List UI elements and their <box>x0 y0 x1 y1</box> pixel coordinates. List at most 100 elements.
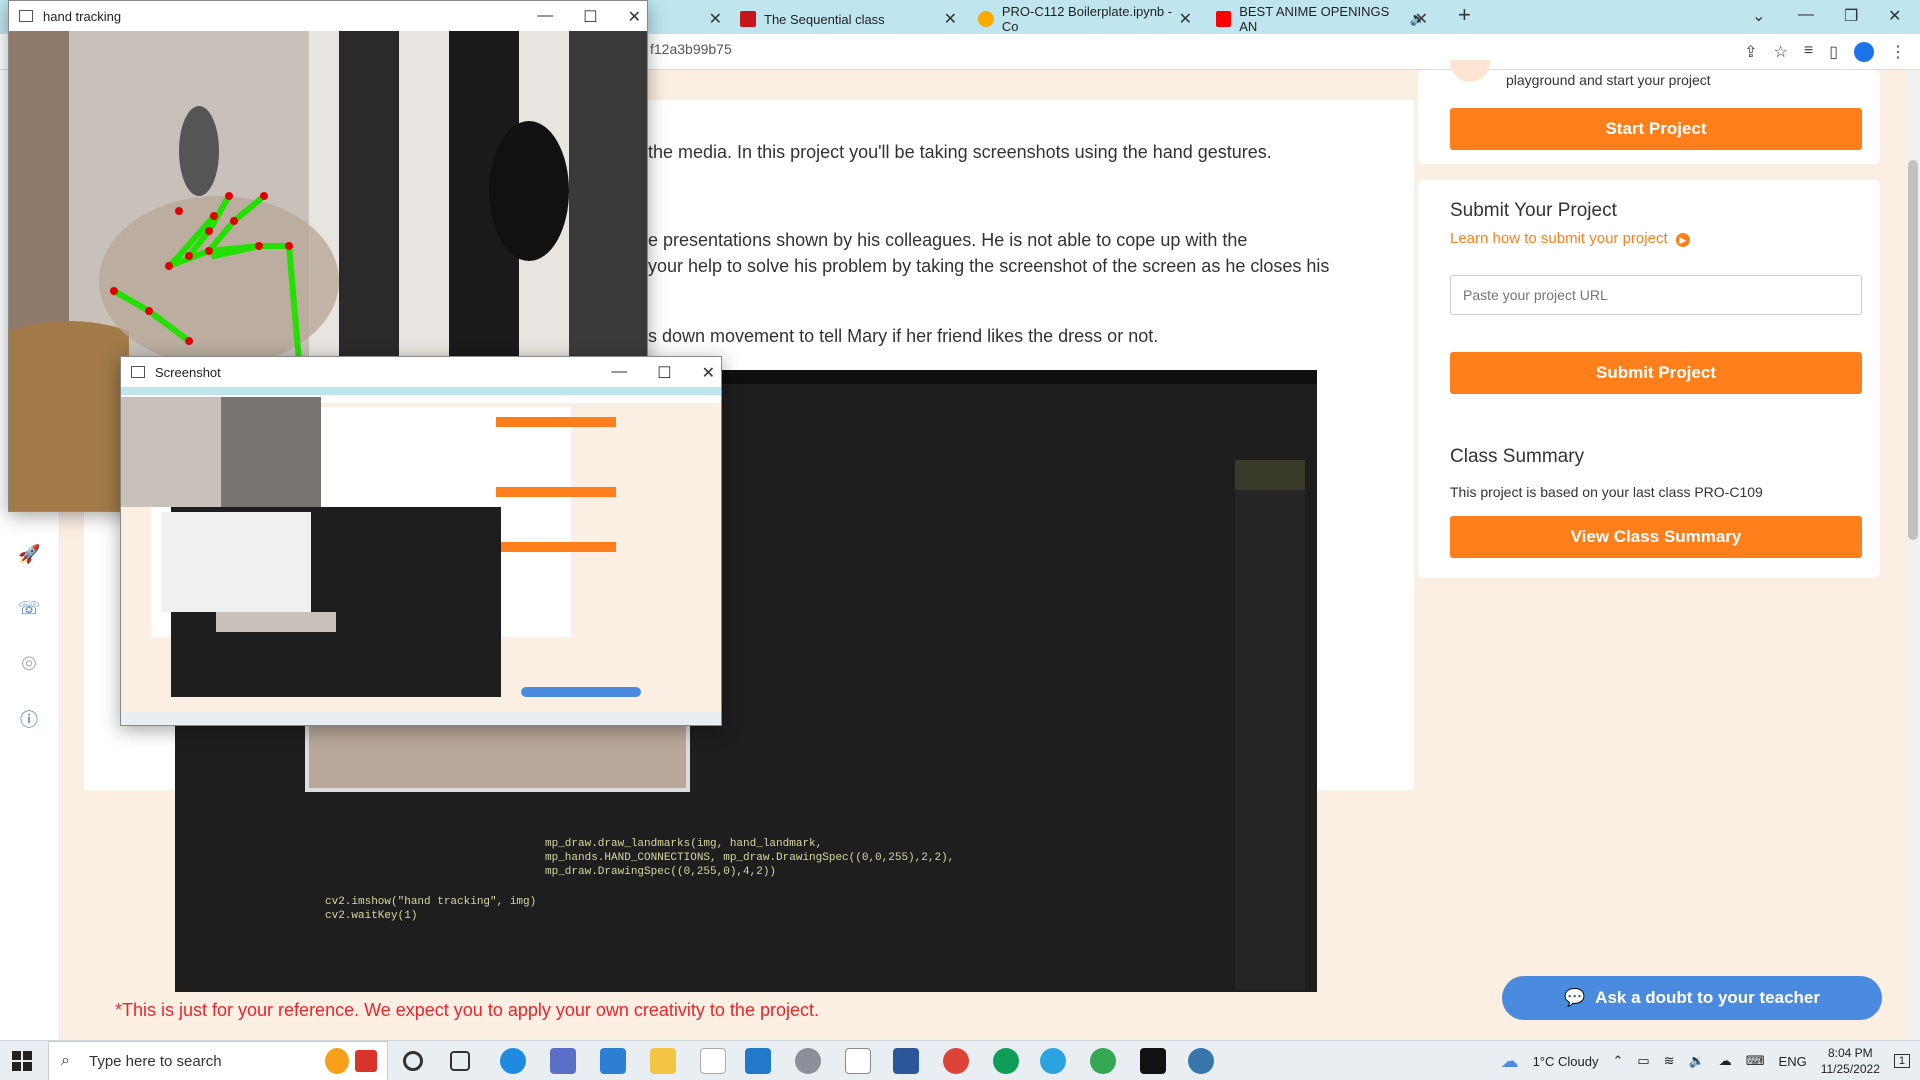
side-panel-icon[interactable]: ▯ <box>1829 42 1838 62</box>
reading-list-icon[interactable]: ≡ <box>1804 42 1813 62</box>
volume-icon[interactable]: 🔉 <box>1689 1053 1705 1069</box>
close-icon[interactable]: ✕ <box>1415 9 1428 29</box>
clock-date: 11/25/2022 <box>1820 1062 1880 1076</box>
terminal-icon[interactable] <box>1140 1048 1166 1074</box>
tab-partial[interactable]: ✕ <box>660 4 730 34</box>
start-project-button[interactable]: Start Project <box>1450 108 1862 150</box>
new-tab-button[interactable]: + <box>1458 2 1471 28</box>
profile-avatar[interactable] <box>1854 42 1874 62</box>
view-class-summary-button[interactable]: View Class Summary <box>1450 516 1862 558</box>
url-text[interactable]: f12a3b99b75 <box>650 41 732 57</box>
window-controls: — ☐ ✕ <box>537 7 641 27</box>
ask-doubt-label: Ask a doubt to your teacher <box>1595 988 1820 1007</box>
address-bar-icons: ⇪ ☆ ≡ ▯ ⋮ <box>1744 42 1906 62</box>
telegram-icon[interactable] <box>1040 1048 1066 1074</box>
windows-start-icon[interactable] <box>12 1051 32 1071</box>
screenshot-window[interactable]: Screenshot — ☐ ✕ <box>120 356 722 726</box>
play-icon: ▶ <box>1675 233 1690 247</box>
paragraph: e presentations shown by his colleagues.… <box>648 230 1248 250</box>
clock[interactable]: 8:04 PM 11/25/2022 <box>1821 1045 1880 1077</box>
screenshot-thumbnail <box>121 387 721 725</box>
chevron-up-icon[interactable]: ⌃ <box>1612 1053 1623 1069</box>
keyboard-icon[interactable]: ⌨ <box>1746 1053 1765 1069</box>
code-line: cv2.waitKey(1) <box>325 910 418 922</box>
edge-icon[interactable] <box>500 1048 526 1074</box>
store-icon[interactable] <box>550 1048 576 1074</box>
onedrive-icon[interactable]: ☁ <box>1719 1053 1732 1069</box>
summary-text: This project is based on your last class… <box>1450 484 1763 500</box>
settings-gear-icon[interactable] <box>795 1048 821 1074</box>
screenshot-preview <box>121 387 721 725</box>
k-logo-icon <box>740 11 756 27</box>
window-title: hand tracking <box>43 8 122 24</box>
task-view-icon[interactable] <box>450 1051 470 1071</box>
page-scrollbar[interactable] <box>1906 70 1920 1040</box>
chrome-profile-icon[interactable] <box>993 1048 1019 1074</box>
minimize-icon[interactable]: — <box>611 363 627 383</box>
paragraph: your help to solve his problem by taking… <box>648 256 1330 276</box>
chrome-alt-icon[interactable] <box>1090 1048 1116 1074</box>
tab-youtube[interactable]: BEST ANIME OPENINGS AN 🔈 ✕ <box>1206 4 1436 34</box>
profile-icon[interactable]: ◎ <box>18 652 40 674</box>
start-project-card: playground and start your project Start … <box>1418 60 1880 164</box>
maximize-icon[interactable]: ☐ <box>583 7 597 27</box>
project-url-input[interactable] <box>1450 275 1862 315</box>
code-line: mp_draw.draw_landmarks(img, hand_landmar… <box>545 838 823 850</box>
gift-icon[interactable] <box>355 1050 377 1072</box>
battery-icon[interactable]: ▭ <box>1637 1053 1649 1069</box>
bookmark-star-icon[interactable]: ☆ <box>1774 42 1788 62</box>
tab-search-chevron-icon[interactable]: ⌄ <box>1752 6 1765 26</box>
notepad-icon[interactable] <box>845 1048 871 1074</box>
taskbar: ⌕ Type here to search ☁ 1°C Cloudy ⌃ ▭ ≋… <box>0 1040 1920 1080</box>
tab-sequential-class[interactable]: The Sequential class ✕ <box>730 4 965 34</box>
cortana-icon[interactable] <box>403 1051 423 1071</box>
taskbar-search[interactable]: ⌕ Type here to search <box>48 1041 388 1080</box>
minimize-icon[interactable]: — <box>537 7 553 27</box>
window-title: Screenshot <box>155 364 221 380</box>
submit-help-link-text[interactable]: Learn how to submit your project <box>1450 230 1668 247</box>
word-icon[interactable] <box>893 1048 919 1074</box>
start-card-text: playground and start your project <box>1506 72 1711 88</box>
code-minimap <box>1235 460 1305 990</box>
window-controls: — ☐ ✕ <box>611 363 715 383</box>
weather-text[interactable]: 1°C Cloudy <box>1533 1054 1599 1069</box>
window-titlebar[interactable]: hand tracking — ☐ ✕ <box>9 1 647 31</box>
close-icon[interactable]: ✕ <box>709 9 722 29</box>
python-icon[interactable] <box>1188 1048 1214 1074</box>
close-icon[interactable]: ✕ <box>944 9 957 29</box>
support-icon[interactable]: ☏ <box>18 598 41 620</box>
close-icon[interactable]: ✕ <box>702 363 715 383</box>
rocket-icon[interactable]: 🚀 <box>18 544 40 566</box>
mail-icon[interactable] <box>600 1048 626 1074</box>
scrollbar-thumb[interactable] <box>1908 160 1918 540</box>
restore-icon[interactable]: ❐ <box>1844 6 1858 26</box>
tab-colab[interactable]: PRO-C112 Boilerplate.ipynb - Co ✕ <box>968 4 1200 34</box>
language-indicator[interactable]: ENG <box>1779 1054 1807 1069</box>
window-titlebar[interactable]: Screenshot — ☐ ✕ <box>121 357 721 387</box>
file-explorer-icon[interactable] <box>650 1048 676 1074</box>
reference-disclaimer: *This is just for your reference. We exp… <box>115 1000 819 1020</box>
mouse-app-icon[interactable] <box>700 1048 726 1074</box>
share-icon[interactable]: ⇪ <box>1744 42 1757 62</box>
chrome-icon[interactable] <box>943 1048 969 1074</box>
submit-help-link[interactable]: Learn how to submit your project ▶ <box>1450 230 1690 247</box>
camera-inset <box>305 720 690 792</box>
tab-label: The Sequential class <box>764 11 885 27</box>
wifi-icon[interactable]: ≋ <box>1664 1053 1675 1069</box>
submit-project-button[interactable]: Submit Project <box>1450 352 1862 394</box>
start-card-icon <box>1450 60 1490 82</box>
vscode-icon[interactable] <box>745 1048 771 1074</box>
ask-doubt-button[interactable]: 💬 Ask a doubt to your teacher <box>1502 976 1882 1020</box>
maximize-icon[interactable]: ☐ <box>657 363 671 383</box>
cloud-icon: ☁ <box>1500 1050 1519 1071</box>
close-icon[interactable]: ✕ <box>628 7 641 27</box>
class-summary-card: Class Summary This project is based on y… <box>1418 428 1880 578</box>
minimize-icon[interactable]: — <box>1798 6 1814 24</box>
info-icon[interactable]: ⓘ <box>18 706 40 730</box>
close-window-icon[interactable]: ✕ <box>1888 6 1901 26</box>
search-highlight-icon[interactable] <box>325 1048 349 1074</box>
notification-count[interactable]: 1 <box>1893 1054 1910 1068</box>
summary-title: Class Summary <box>1450 446 1585 467</box>
close-icon[interactable]: ✕ <box>1179 9 1192 29</box>
menu-kebab-icon[interactable]: ⋮ <box>1890 42 1906 62</box>
